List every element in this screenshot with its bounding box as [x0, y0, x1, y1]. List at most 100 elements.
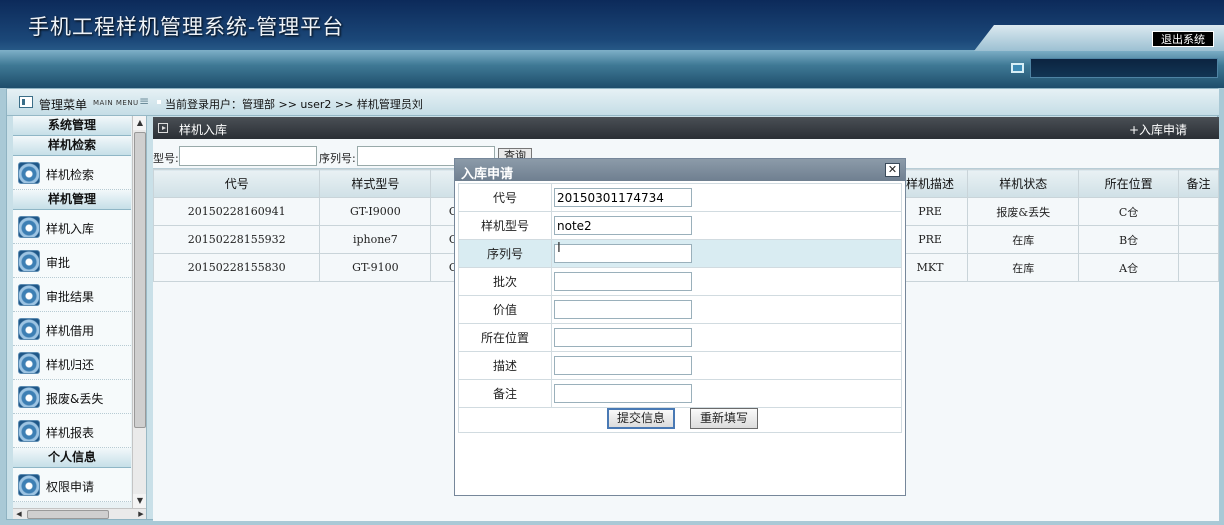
sidebar-item[interactable]: 样机归还 [13, 346, 131, 380]
form-input[interactable] [554, 328, 692, 347]
form-row: 价值 [458, 295, 902, 324]
sidebar-item-label: 样机归还 [46, 358, 95, 372]
table-cell [1178, 197, 1219, 226]
form-value-cell [551, 351, 902, 380]
table-cell: C仓 [1078, 197, 1180, 226]
dialog-actions: 提交信息 重新填写 [458, 405, 902, 433]
menu-title: 管理菜单 [39, 98, 88, 112]
header-status-bar [1030, 58, 1218, 78]
form-row: 所在位置 [458, 323, 902, 352]
sidebar-section-title[interactable]: 样机管理 [13, 190, 131, 210]
form-value-cell [551, 323, 902, 352]
form-label: 价值 [458, 295, 552, 324]
gear-icon [18, 352, 40, 374]
form-input[interactable] [554, 188, 692, 207]
form-label: 批次 [458, 267, 552, 296]
scroll-up-icon[interactable]: ▲ [133, 116, 146, 130]
table-cell: A仓 [1078, 253, 1180, 282]
table-cell: GT-I9000 [319, 197, 432, 226]
table-cell: 在库 [967, 225, 1080, 254]
form-input[interactable] [554, 356, 692, 375]
table-cell: iphone7 [319, 225, 432, 254]
table-cell: B仓 [1078, 225, 1180, 254]
add-apply-button[interactable]: +入库申请 [1129, 121, 1187, 138]
app-header: 手机工程样机管理系统-管理平台 退出系统 [0, 0, 1224, 88]
form-row: 描述 [458, 351, 902, 380]
sidebar-item[interactable]: 审批 [13, 244, 131, 278]
serial-label: 序列号: [319, 152, 356, 165]
form-label: 备注 [458, 379, 552, 408]
sidebar-section-title[interactable]: 样机检索 [13, 136, 131, 156]
menu-icon [19, 96, 33, 108]
form-label: 所在位置 [458, 323, 552, 352]
form-value-cell [551, 267, 902, 296]
sidebar-list: 系统管理 样机检索 样机检索 样机管理 样机入库 审批 审批结果 样机借用 样机归还 报废&丢失样… [13, 116, 146, 502]
inbound-apply-dialog: 入库申请 ✕ 代号样机型号序列号批次价值所在位置描述备注 提交信息 重新填写 [454, 158, 906, 496]
play-icon [158, 123, 168, 133]
form-input[interactable] [554, 244, 692, 263]
model-input[interactable] [179, 146, 317, 166]
app-title: 手机工程样机管理系统-管理平台 [28, 15, 345, 39]
text-cursor-icon: I [557, 241, 561, 256]
form-label: 代号 [458, 183, 552, 212]
sidebar-item[interactable]: 样机借用 [13, 312, 131, 346]
form-row: 样机型号 [458, 211, 902, 240]
menu-title-en: MAIN MENU [93, 99, 139, 107]
form-row: 批次 [458, 267, 902, 296]
form-label: 序列号 [458, 239, 552, 268]
form-input[interactable] [554, 300, 692, 319]
scroll-right-icon[interactable]: ▶ [135, 509, 146, 519]
gear-icon [18, 216, 40, 238]
sidebar-item-label: 样机借用 [46, 324, 95, 338]
reset-button[interactable]: 重新填写 [690, 408, 758, 429]
sidebar-item-label: 样机报表 [46, 426, 95, 440]
sidebar-item[interactable]: 样机入库 [13, 210, 131, 244]
gear-icon [18, 474, 40, 496]
sidebar-item[interactable]: 样机检索 [13, 156, 131, 190]
scroll-thumb[interactable] [134, 132, 146, 428]
submit-button[interactable]: 提交信息 [607, 408, 675, 429]
gear-icon [18, 162, 40, 184]
form-input[interactable] [554, 384, 692, 403]
sidebar-scrollbar[interactable]: ▲ ▼ [132, 116, 146, 508]
column-header[interactable]: 样机状态 [967, 169, 1080, 198]
form-input[interactable] [554, 272, 692, 291]
content-bar: 样机入库 +入库申请 [153, 117, 1219, 139]
column-header[interactable]: 备注 [1178, 169, 1219, 198]
scroll-left-icon[interactable]: ◀ [13, 509, 25, 519]
form-row: 序列号 [458, 239, 902, 268]
table-cell: 20150228160941 [152, 197, 321, 226]
table-cell: 20150228155830 [152, 253, 321, 282]
menu-bar: 管理菜单 MAIN MENU ≡ 当前登录用户：管理部 >> user2 >> … [7, 89, 1219, 116]
sidebar-item-label: 审批 [46, 256, 71, 270]
form-value-cell [551, 211, 902, 240]
sidebar-item[interactable]: 样机报表 [13, 414, 131, 448]
sidebar-item[interactable]: 权限申请 [13, 468, 131, 502]
column-header[interactable]: 所在位置 [1078, 169, 1180, 198]
sidebar-section-title[interactable]: 个人信息 [13, 448, 131, 468]
hscroll-thumb[interactable] [27, 510, 109, 519]
logout-button[interactable]: 退出系统 [1152, 31, 1214, 47]
close-icon[interactable]: ✕ [885, 163, 900, 177]
sidebar-hscrollbar[interactable]: ◀ ▶ [13, 508, 146, 519]
dialog-header: 入库申请 ✕ [455, 159, 905, 182]
gear-icon [18, 386, 40, 408]
current-user: 当前登录用户：管理部 >> user2 >> 样机管理员刘 [157, 98, 423, 111]
table-cell [1178, 225, 1219, 254]
form-row: 代号 [458, 183, 902, 212]
sidebar-item[interactable]: 报废&丢失 [13, 380, 131, 414]
gear-icon [18, 420, 40, 442]
scroll-down-icon[interactable]: ▼ [133, 494, 146, 508]
sidebar: 系统管理 样机检索 样机检索 样机管理 样机入库 审批 审批结果 样机借用 样机归还 报废&丢失样… [13, 116, 147, 519]
sidebar-item[interactable]: 审批结果 [13, 278, 131, 312]
dialog-form: 代号样机型号序列号批次价值所在位置描述备注 [458, 183, 902, 408]
form-value-cell [551, 183, 902, 212]
gear-icon [18, 284, 40, 306]
column-header[interactable]: 样式型号 [319, 169, 432, 198]
form-input[interactable] [554, 216, 692, 235]
column-header[interactable]: 代号 [152, 169, 321, 198]
sidebar-section-title[interactable]: 系统管理 [13, 116, 131, 136]
menu-collapse-icon[interactable]: ≡ [139, 94, 149, 108]
form-value-cell [551, 379, 902, 408]
gear-icon [18, 250, 40, 272]
